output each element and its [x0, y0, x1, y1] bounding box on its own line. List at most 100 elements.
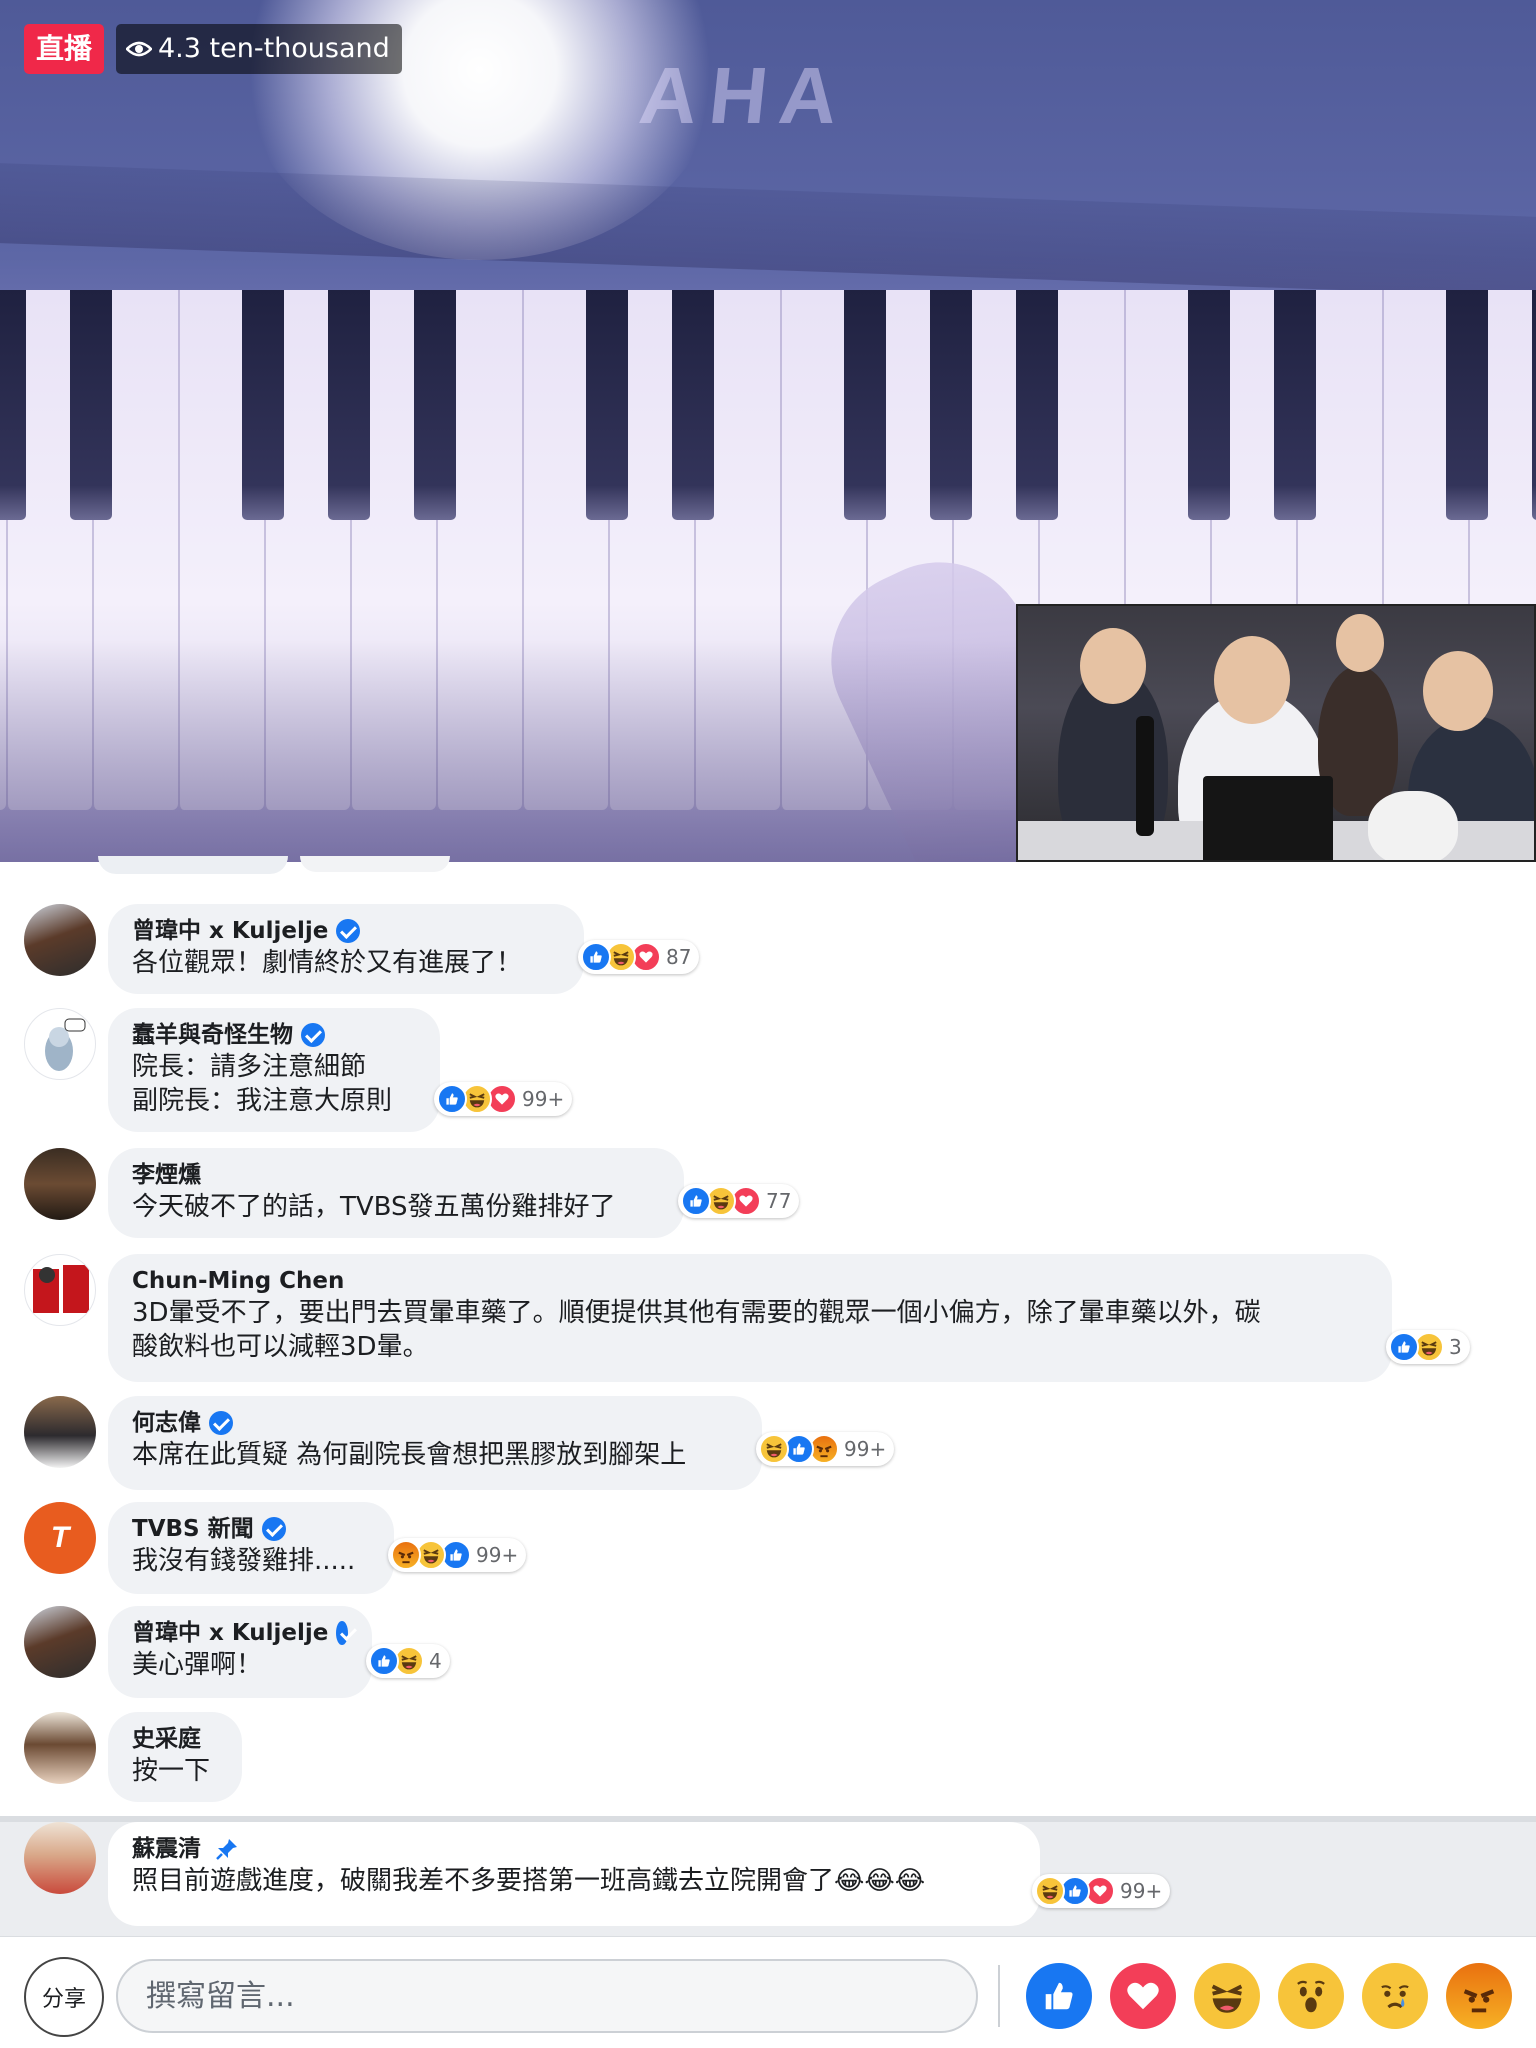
avatar[interactable] — [24, 1254, 96, 1326]
angry-icon — [1455, 1972, 1503, 2020]
piano-black-key — [1532, 290, 1536, 520]
tvbs-logo: T — [50, 1521, 70, 1554]
like-icon — [681, 1186, 711, 1216]
verified-badge-icon — [261, 1517, 286, 1541]
avatar[interactable] — [24, 1008, 96, 1080]
viewer-count: 4.3 ten-thousand — [158, 33, 390, 64]
reaction-summary[interactable]: 77 — [678, 1184, 800, 1218]
like-icon — [1389, 1332, 1419, 1362]
reaction-summary[interactable]: 3 — [1386, 1330, 1470, 1364]
reaction-count: 99+ — [522, 1087, 565, 1111]
partially-hidden-comment — [98, 856, 288, 874]
avatar[interactable] — [24, 904, 96, 976]
piano-fallboard — [0, 163, 1536, 297]
piano-black-key — [1446, 290, 1488, 520]
piano-black-key — [672, 290, 714, 520]
comment-text-line-2: 酸飲料也可以減輕3D暈。 — [132, 1332, 429, 1362]
reaction-summary[interactable]: 87 — [578, 940, 700, 974]
comment-text: 我沒有錢發雞排..... — [132, 1546, 356, 1576]
sad-reaction-button[interactable] — [1362, 1963, 1428, 2029]
comment-text: 美心彈啊！ — [132, 1650, 263, 1680]
comment-text-line-1: 3D暈受不了，要出門去買暈車藥了。順便提供其他有需要的觀眾一個小偏方，除了暈車藥… — [132, 1298, 1261, 1328]
avatar[interactable] — [24, 1396, 96, 1468]
comment-text-line-2: 副院長：我注意大原則 — [132, 1086, 393, 1116]
piano-black-key — [1016, 290, 1058, 520]
commenter-name[interactable]: 蠢羊與奇怪生物 — [132, 1020, 293, 1050]
comment-bubble: 史采庭 按一下 — [108, 1712, 242, 1802]
reaction-summary[interactable]: 99+ — [434, 1082, 573, 1116]
laptop — [1203, 776, 1333, 860]
comment-text: 今天破不了的話，TVBS發五萬份雞排好了 — [132, 1192, 616, 1222]
like-icon — [581, 942, 611, 972]
avatar[interactable] — [24, 1712, 96, 1784]
live-badge: 直播 — [24, 24, 105, 74]
reaction-count: 3 — [1449, 1335, 1462, 1359]
commenter-name[interactable]: 李煙燻 — [132, 1160, 201, 1190]
verified-badge-icon — [336, 919, 361, 943]
like-icon — [437, 1084, 467, 1114]
comment-text: 本席在此質疑 為何副院長會想把黑膠放到腳架上 — [132, 1440, 687, 1470]
haha-icon — [1203, 1972, 1251, 2020]
commenter-name[interactable]: 何志偉 — [132, 1408, 201, 1438]
angry-reaction-button[interactable] — [1446, 1963, 1512, 2029]
verified-badge-icon — [336, 1621, 348, 1645]
love-icon — [1124, 1977, 1162, 2015]
angry-icon — [391, 1540, 421, 1570]
piano-black-key — [930, 290, 972, 520]
comment-bubble: 蠢羊與奇怪生物 院長：請多注意細節 副院長：我注意大原則 — [108, 1008, 440, 1132]
picture-in-picture-camera[interactable] — [1016, 604, 1536, 862]
comment-bubble: 李煙燻 今天破不了的話，TVBS發五萬份雞排好了 — [108, 1148, 684, 1238]
reaction-count: 99+ — [476, 1543, 519, 1567]
avatar[interactable] — [24, 1822, 96, 1894]
reaction-summary[interactable]: 99+ — [388, 1538, 527, 1572]
bottom-action-bar: 分享 — [0, 1936, 1536, 2048]
reaction-count: 99+ — [844, 1437, 887, 1461]
piano-black-key — [586, 290, 628, 520]
piano-black-key — [414, 290, 456, 520]
piano-black-key — [70, 290, 112, 520]
haha-reaction-button[interactable] — [1194, 1963, 1260, 2029]
haha-icon — [759, 1434, 789, 1464]
pin-icon — [216, 1839, 237, 1860]
eye-icon — [126, 41, 152, 57]
commenter-name[interactable]: 蘇震清 — [132, 1834, 201, 1864]
like-reaction-button[interactable] — [1026, 1963, 1092, 2029]
love-reaction-button[interactable] — [1110, 1963, 1176, 2029]
share-button[interactable]: 分享 — [24, 1957, 104, 2037]
piano-brand-logo: AHA — [635, 51, 855, 140]
partially-hidden-reactions — [300, 856, 450, 872]
verified-badge-icon — [301, 1023, 325, 1047]
comment-text-line-1: 院長：請多注意細節 — [132, 1052, 367, 1082]
reaction-count: 99+ — [1120, 1879, 1163, 1903]
commenter-name[interactable]: Chun-Ming Chen — [132, 1266, 344, 1296]
comment-bubble: TVBS 新聞 我沒有錢發雞排..... — [108, 1502, 394, 1594]
reaction-summary[interactable]: 4 — [366, 1644, 450, 1678]
piano-black-key — [844, 290, 886, 520]
reaction-summary[interactable]: 99+ — [1032, 1874, 1171, 1908]
viewer-count-badge: 4.3 ten-thousand — [116, 24, 402, 74]
avatar[interactable] — [24, 1606, 96, 1678]
avatar[interactable] — [24, 1148, 96, 1220]
piano-black-key — [1188, 290, 1230, 520]
piano-black-key — [0, 290, 26, 520]
comment-bubble: Chun-Ming Chen 3D暈受不了，要出門去買暈車藥了。順便提供其他有需… — [108, 1254, 1392, 1382]
wow-icon — [1289, 1974, 1333, 2018]
wow-reaction-button[interactable] — [1278, 1963, 1344, 2029]
reaction-count: 77 — [766, 1189, 792, 1213]
verified-badge-icon — [209, 1411, 233, 1435]
commenter-name[interactable]: TVBS 新聞 — [132, 1514, 254, 1544]
reaction-summary[interactable]: 99+ — [756, 1432, 895, 1466]
microphone — [1136, 716, 1154, 836]
like-icon — [1040, 1977, 1078, 2015]
comment-input[interactable] — [116, 1959, 978, 2033]
piano-black-key — [242, 290, 284, 520]
haha-icon — [1035, 1876, 1065, 1906]
comment-bubble: 曾瑋中 x Kuljelje 美心彈啊！ — [108, 1606, 372, 1698]
commenter-name[interactable]: 曾瑋中 x Kuljelje — [132, 1618, 328, 1648]
comment-bubble: 蘇震清 照目前遊戲進度，破關我差不多要搭第一班高鐵去立院開會了😂😂😂 — [108, 1822, 1040, 1926]
avatar[interactable]: T — [24, 1502, 96, 1574]
live-video-player[interactable]: AHA 直播 4.3 ten-thousand — [0, 0, 1536, 862]
comment-bubble: 曾瑋中 x Kuljelje 各位觀眾！劇情終於又有進展了！ — [108, 904, 584, 994]
commenter-name[interactable]: 曾瑋中 x Kuljelje — [132, 916, 328, 946]
commenter-name[interactable]: 史采庭 — [132, 1724, 201, 1754]
